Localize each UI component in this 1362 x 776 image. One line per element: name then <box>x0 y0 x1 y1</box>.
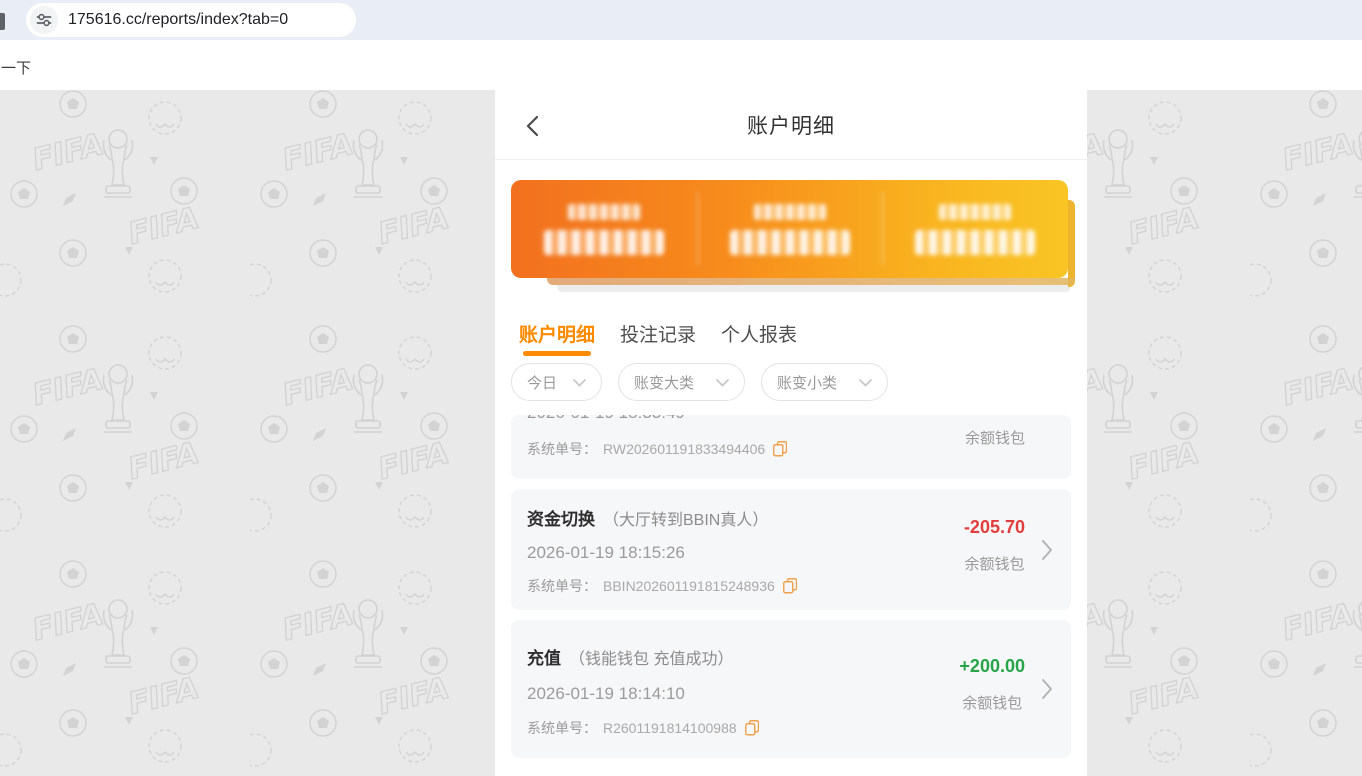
balance-column-3 <box>882 180 1068 278</box>
transaction-list: 2026-01-19 18:33:49 系统单号： RW202601191833… <box>495 415 1087 758</box>
transaction-order-row: 系统单号： BBIN202601191815248936 <box>527 576 1055 596</box>
filter-date-label: 今日 <box>527 372 557 393</box>
transaction-item[interactable]: 资金切换 （大厅转到BBIN真人） 2026-01-19 18:15:26 系统… <box>511 489 1071 610</box>
toolbar-icon-fragment <box>0 13 5 30</box>
page-top-strip: 一下 <box>0 40 1362 90</box>
wallet-label: 余额钱包 <box>964 553 1024 574</box>
order-number: R2601191814100988 <box>603 720 737 736</box>
filter-minor-category-label: 账变小类 <box>777 372 837 393</box>
card-stack-edge <box>1068 200 1075 287</box>
browser-window: 175616.cc/reports/index?tab=0 一下 <box>0 0 1362 776</box>
order-label: 系统单号： <box>527 718 597 738</box>
site-settings-button[interactable] <box>30 6 58 34</box>
account-panel: 账户明细 账户明细 投 <box>495 90 1087 776</box>
chevron-down-icon <box>573 379 586 387</box>
chevron-right-icon <box>1041 678 1053 700</box>
transaction-note: （钱能钱包 充值成功） <box>569 645 733 669</box>
blurred-label <box>568 204 640 220</box>
card-stack-strip-1 <box>547 278 1075 285</box>
url-text[interactable]: 175616.cc/reports/index?tab=0 <box>68 11 288 29</box>
wallet-label: 余额钱包 <box>962 692 1022 713</box>
chevron-down-icon <box>859 379 872 387</box>
balance-column-1 <box>511 180 697 278</box>
transaction-item[interactable]: 2026-01-19 18:33:49 系统单号： RW202601191833… <box>511 415 1071 479</box>
filter-minor-category-dropdown[interactable]: 账变小类 <box>761 363 888 401</box>
transaction-right: +200.00 余额钱包 <box>959 656 1025 713</box>
tab-bar: 账户明细 投注记录 个人报表 <box>495 308 1087 358</box>
blurred-label <box>754 204 826 220</box>
panel-header: 账户明细 <box>495 90 1087 160</box>
copy-button[interactable] <box>745 720 759 736</box>
tab-account-details[interactable]: 账户明细 <box>519 308 595 358</box>
wallet-label: 余额钱包 <box>965 427 1025 448</box>
order-number: BBIN202601191815248936 <box>603 578 775 594</box>
transaction-amount: +200.00 <box>959 656 1025 677</box>
filter-bar: 今日 账变大类 账变小类 <box>495 358 1087 415</box>
filter-major-category-dropdown[interactable]: 账变大类 <box>618 363 745 401</box>
blurred-value <box>915 230 1035 255</box>
order-number: RW202601191833494406 <box>603 441 765 457</box>
filter-date-dropdown[interactable]: 今日 <box>511 363 602 401</box>
partial-text: 一下 <box>1 57 31 78</box>
tab-personal-report[interactable]: 个人报表 <box>721 308 797 358</box>
transaction-amount: -205.70 <box>964 517 1025 538</box>
transaction-datetime: 2026-01-19 18:33:49 <box>527 415 1055 424</box>
tab-bet-records[interactable]: 投注记录 <box>620 308 696 358</box>
blurred-value <box>544 230 664 255</box>
copy-button[interactable] <box>783 578 797 594</box>
order-label: 系统单号： <box>527 576 597 596</box>
transaction-order-row: 系统单号： R2601191814100988 <box>527 718 1055 738</box>
balance-column-2 <box>697 180 883 278</box>
copy-button[interactable] <box>773 441 787 457</box>
transaction-type: 资金切换 <box>527 505 595 530</box>
chevron-down-icon <box>716 379 729 387</box>
address-bar[interactable]: 175616.cc/reports/index?tab=0 <box>26 3 356 37</box>
blurred-value <box>730 230 850 255</box>
blurred-label <box>939 204 1011 220</box>
page-title: 账户明细 <box>747 110 835 140</box>
transaction-right: 余额钱包 <box>965 427 1025 448</box>
transaction-item[interactable]: 充值 （钱能钱包 充值成功） 2026-01-19 18:14:10 系统单号：… <box>511 620 1071 758</box>
transaction-type: 充值 <box>527 644 561 669</box>
back-button[interactable] <box>525 114 547 138</box>
chevron-right-icon <box>1041 539 1053 561</box>
order-label: 系统单号： <box>527 439 597 459</box>
filter-major-category-label: 账变大类 <box>634 372 694 393</box>
transaction-note: （大厅转到BBIN真人） <box>603 506 768 530</box>
tune-icon <box>35 11 53 29</box>
card-stack-strip-2 <box>557 285 1071 292</box>
balance-card[interactable] <box>511 180 1068 278</box>
transaction-right: -205.70 余额钱包 <box>964 517 1025 574</box>
browser-toolbar: 175616.cc/reports/index?tab=0 <box>0 0 1362 40</box>
copy-icon <box>783 578 797 594</box>
balance-card-area <box>495 180 1087 292</box>
copy-icon <box>745 720 759 736</box>
copy-icon <box>773 441 787 457</box>
chevron-left-icon <box>525 114 539 138</box>
